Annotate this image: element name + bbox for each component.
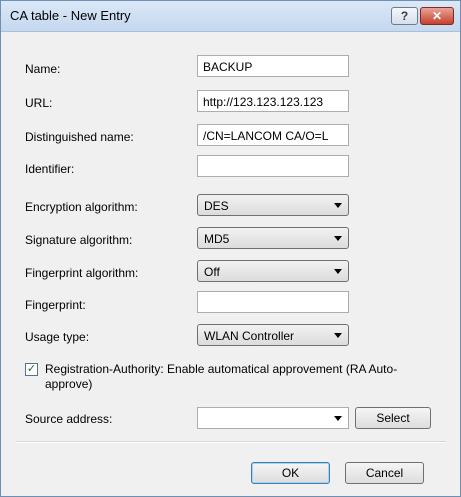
usage-type-value: WLAN Controller [204, 329, 295, 343]
fingerprint-algorithm-select[interactable]: Off [197, 260, 349, 282]
name-label: Name: [25, 62, 61, 76]
select-button[interactable]: Select [355, 407, 431, 429]
close-button[interactable]: ✕ [420, 7, 454, 25]
encryption-algorithm-value: DES [204, 199, 229, 213]
title-bar[interactable]: CA table - New Entry ? ✕ [1, 1, 460, 32]
identifier-label: Identifier: [25, 162, 75, 176]
usage-type-select[interactable]: WLAN Controller [197, 324, 349, 346]
chevron-down-icon [334, 203, 342, 208]
chevron-down-icon[interactable] [334, 416, 342, 421]
window-title: CA table - New Entry [10, 8, 131, 23]
help-button[interactable]: ? [391, 7, 418, 25]
divider [16, 441, 446, 443]
fingerprint-field[interactable] [197, 291, 349, 313]
chevron-down-icon [334, 236, 342, 241]
ok-button[interactable]: OK [251, 462, 330, 484]
chevron-down-icon [334, 269, 342, 274]
identifier-field[interactable] [197, 155, 349, 177]
encryption-algorithm-select[interactable]: DES [197, 194, 349, 216]
source-address-label: Source address: [25, 412, 113, 426]
encryption-algorithm-label: Encryption algorithm: [25, 200, 138, 214]
fingerprint-algorithm-value: Off [204, 265, 220, 279]
dialog-window: CA table - New Entry ? ✕ Name: BACKUP UR… [0, 0, 461, 497]
url-label: URL: [25, 96, 53, 110]
chevron-down-icon [334, 333, 342, 338]
ra-auto-approve-checkbox[interactable]: ✓ [25, 363, 38, 376]
ra-auto-approve-label[interactable]: Registration-Authority: Enable automatic… [45, 362, 425, 392]
signature-algorithm-label: Signature algorithm: [25, 233, 133, 247]
url-field[interactable]: http://123.123.123.123 [197, 90, 349, 112]
name-field[interactable]: BACKUP [197, 55, 349, 77]
signature-algorithm-select[interactable]: MD5 [197, 227, 349, 249]
source-address-combobox[interactable] [197, 407, 349, 429]
signature-algorithm-value: MD5 [204, 232, 230, 246]
dialog-body: Name: BACKUP URL: http://123.123.123.123… [7, 32, 454, 490]
distinguished-name-label: Distinguished name: [25, 130, 134, 144]
fingerprint-algorithm-label: Fingerprint algorithm: [25, 266, 139, 280]
distinguished-name-field[interactable]: /CN=LANCOM CA/O=L [197, 124, 349, 146]
usage-type-label: Usage type: [25, 330, 90, 344]
cancel-button[interactable]: Cancel [345, 462, 424, 484]
checkmark-icon: ✓ [26, 363, 37, 375]
fingerprint-label: Fingerprint: [25, 298, 86, 312]
